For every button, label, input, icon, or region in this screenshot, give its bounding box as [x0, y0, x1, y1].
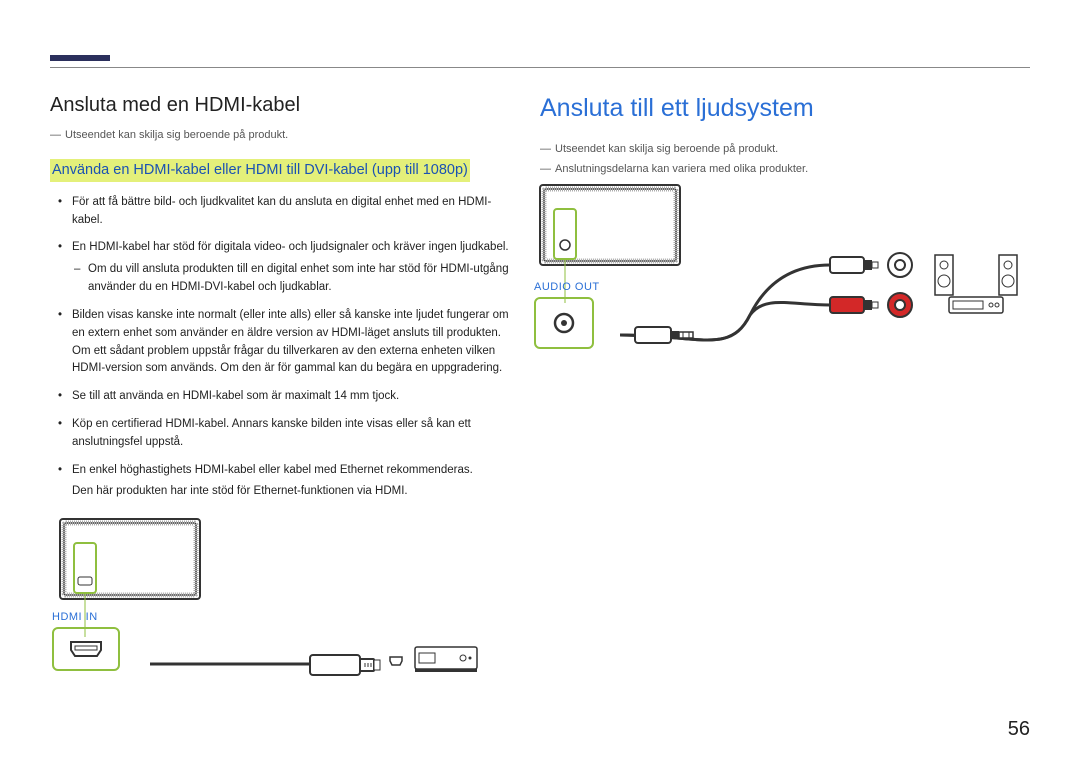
- right-note-2: ―Anslutningsdelarna kan variera med olik…: [540, 163, 1030, 175]
- bullet-item: Se till att använda en HDMI-kabel som är…: [72, 388, 510, 406]
- hdmi-in-label: HDMI IN: [52, 611, 120, 623]
- content-columns: Ansluta med en HDMI-kabel ―Utseendet kan…: [50, 94, 1030, 709]
- audio-diagram: AUDIO OUT: [540, 185, 1030, 395]
- right-note-2-text: Anslutningsdelarna kan variera med olika…: [555, 163, 808, 175]
- bullet-item: En enkel höghastighets HDMI-kabel eller …: [72, 462, 510, 480]
- hdmi-diagram: HDMI IN: [50, 519, 510, 709]
- right-column: Ansluta till ett ljudsystem ―Utseendet k…: [540, 94, 1030, 709]
- left-note-1-text: Utseendet kan skilja sig beroende på pro…: [65, 129, 288, 141]
- right-heading: Ansluta till ett ljudsystem: [540, 94, 1030, 123]
- top-rule: [50, 67, 1030, 68]
- left-bullet-list: För att få bättre bild- och ljudkvalitet…: [50, 194, 510, 480]
- audio-port-label: AUDIO OUT: [534, 281, 600, 349]
- right-note-1-text: Utseendet kan skilja sig beroende på pro…: [555, 143, 778, 155]
- hdmi-port-label: HDMI IN: [52, 611, 120, 671]
- hdmi-port-icon: [69, 640, 103, 658]
- audio-diagram-svg: [540, 185, 1030, 395]
- left-heading: Ansluta med en HDMI-kabel: [50, 94, 510, 117]
- page-marker: [50, 55, 110, 61]
- left-subheading-highlighted: Använda en HDMI-kabel eller HDMI till DV…: [50, 159, 470, 182]
- after-last-bullet-text: Den här produkten har inte stöd för Ethe…: [50, 483, 510, 501]
- audio-out-label: AUDIO OUT: [534, 281, 600, 293]
- audio-jack-icon: [553, 312, 575, 334]
- bullet-item: För att få bättre bild- och ljudkvalitet…: [72, 194, 510, 230]
- sub-bullet-item: Om du vill ansluta produkten till en dig…: [88, 261, 510, 297]
- left-note-1: ―Utseendet kan skilja sig beroende på pr…: [50, 129, 510, 141]
- left-column: Ansluta med en HDMI-kabel ―Utseendet kan…: [50, 94, 510, 709]
- bullet-item: Köp en certifierad HDMI-kabel. Annars ka…: [72, 416, 510, 452]
- sub-bullet-list: Om du vill ansluta produkten till en dig…: [72, 261, 510, 297]
- bullet-item: Bilden visas kanske inte normalt (eller …: [72, 307, 510, 378]
- page-number: 56: [1008, 718, 1030, 741]
- right-note-1: ―Utseendet kan skilja sig beroende på pr…: [540, 143, 1030, 155]
- bullet-text: En HDMI-kabel har stöd för digitala vide…: [72, 241, 509, 253]
- bullet-item: En HDMI-kabel har stöd för digitala vide…: [72, 239, 510, 296]
